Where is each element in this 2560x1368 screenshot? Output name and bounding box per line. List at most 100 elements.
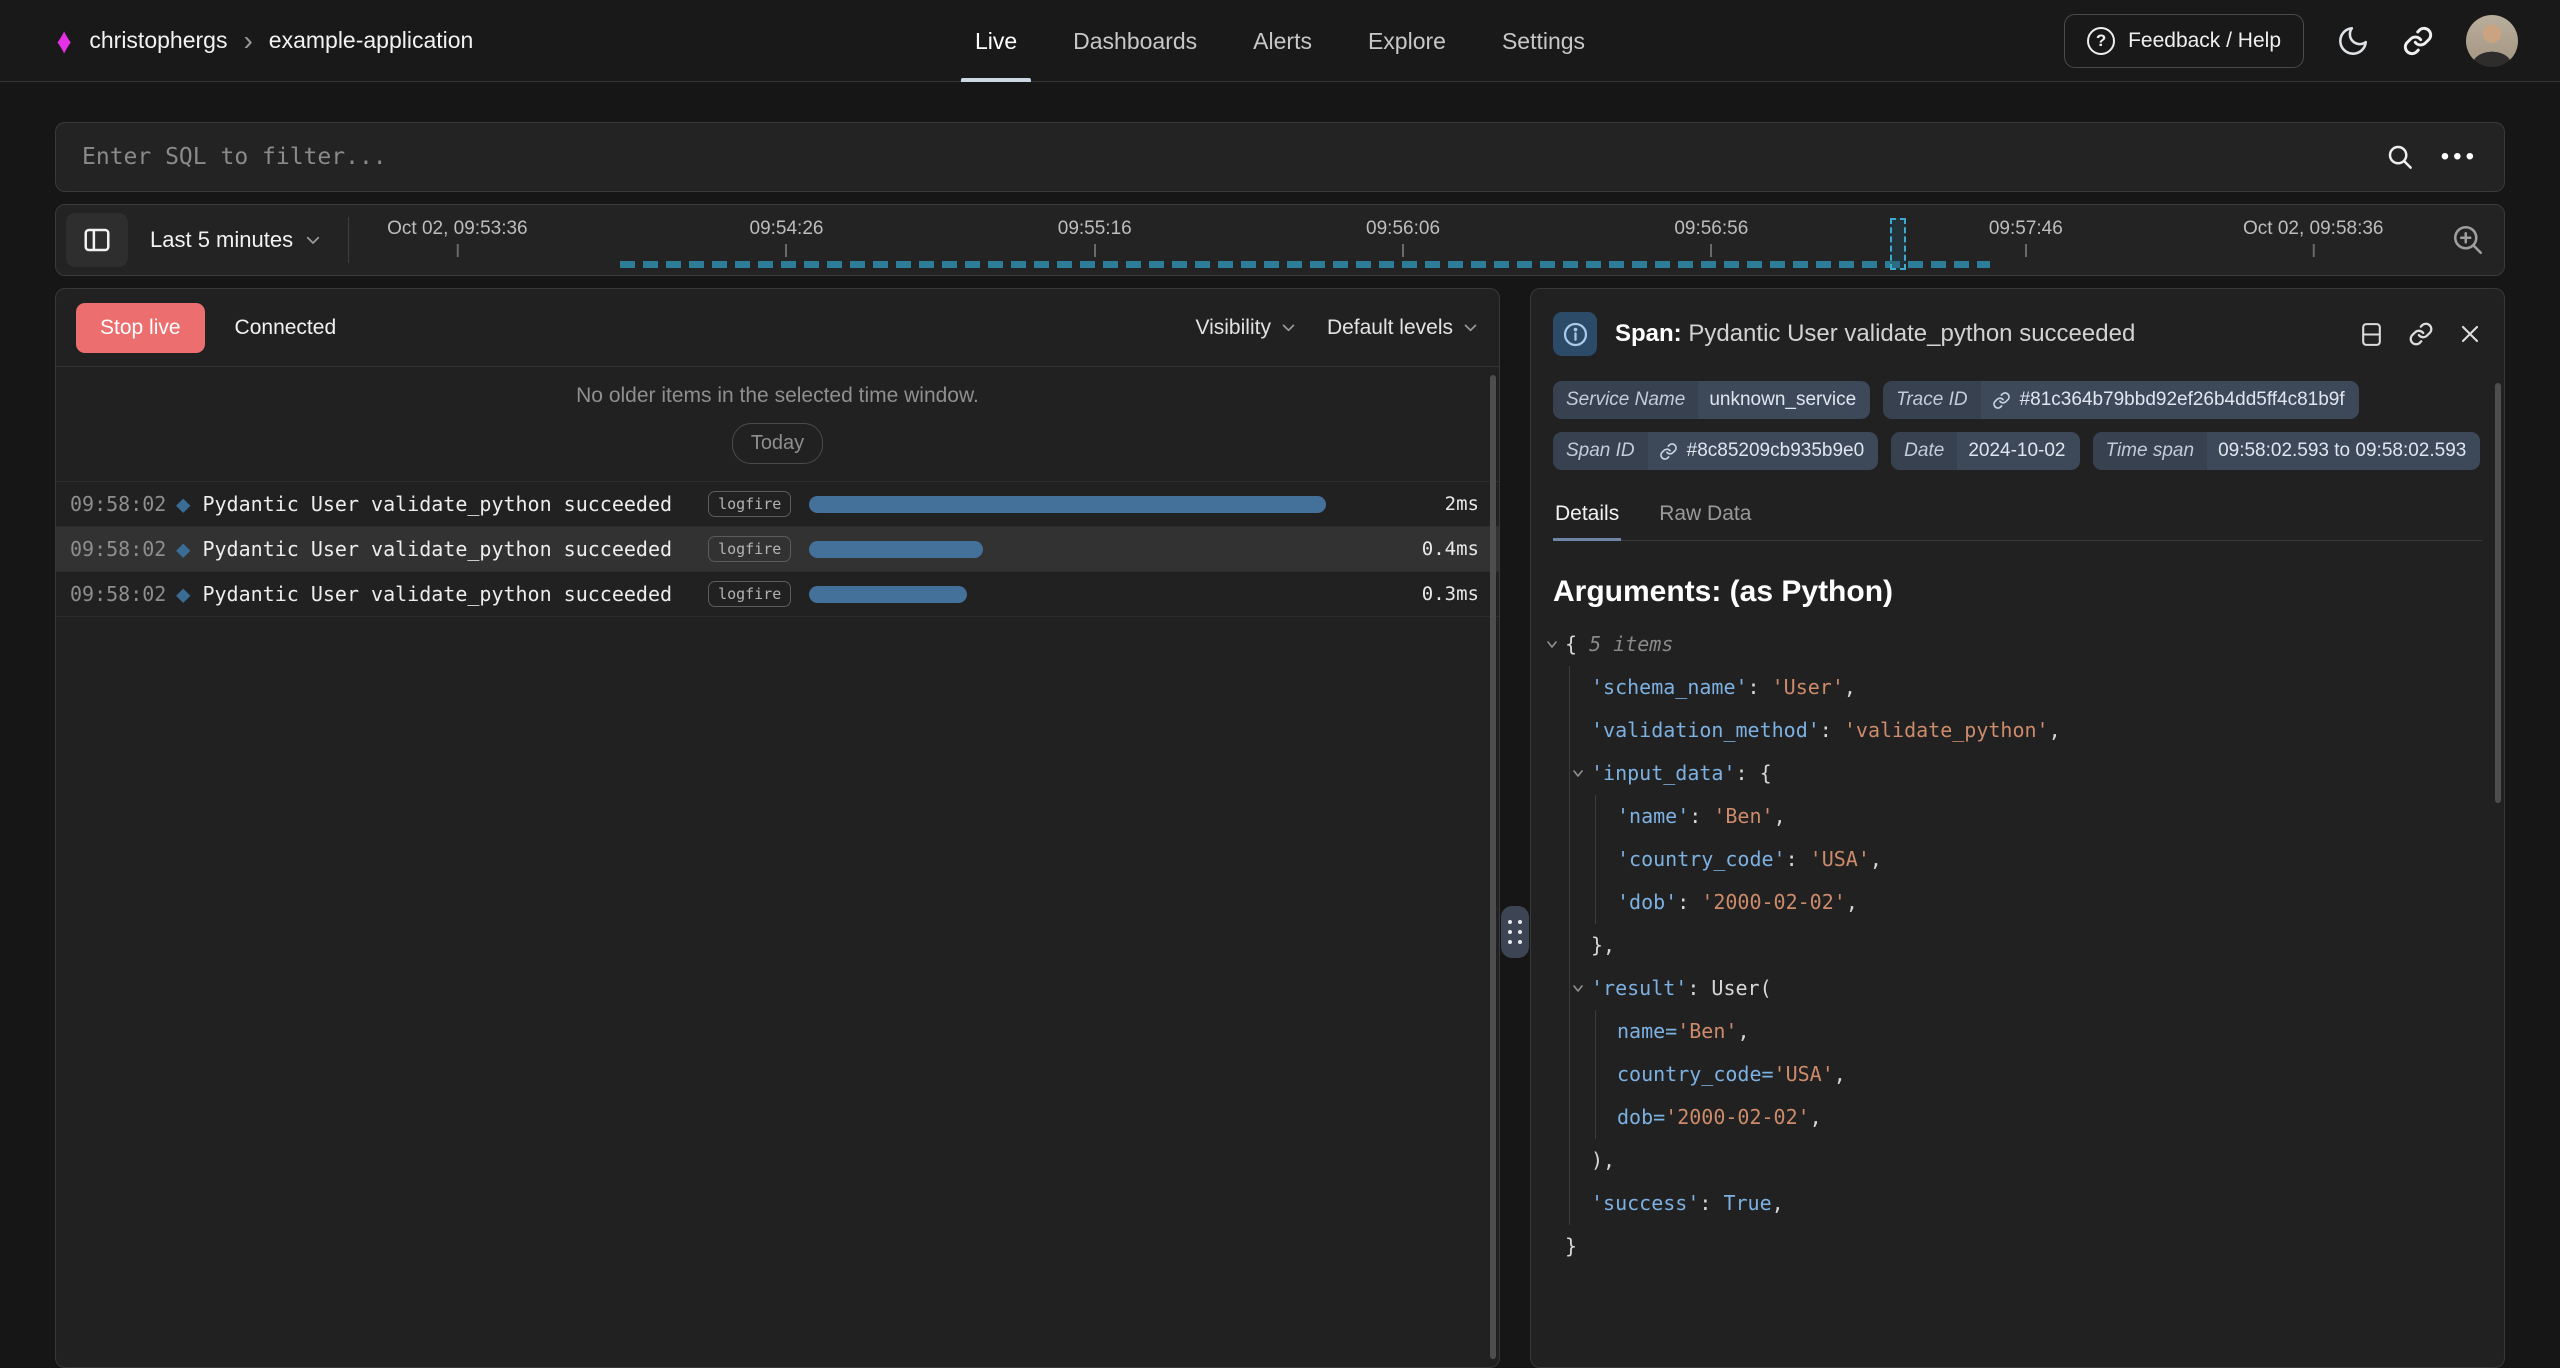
live-panel-scrollbar[interactable] xyxy=(1490,375,1496,1359)
default-levels-dropdown[interactable]: Default levels xyxy=(1327,316,1479,340)
today-button[interactable]: Today xyxy=(732,423,823,464)
nav-actions: ? Feedback / Help xyxy=(2064,14,2518,68)
collapse-caret-icon[interactable] xyxy=(1545,637,1559,651)
badge-label: Service Name xyxy=(1553,381,1698,419)
collapse-sidebar-button[interactable] xyxy=(66,213,128,267)
record-tag[interactable]: logfire xyxy=(708,536,791,562)
activity-sparkline xyxy=(620,261,1991,268)
feedback-help-button[interactable]: ? Feedback / Help xyxy=(2064,14,2304,68)
indent-guide xyxy=(1569,924,1570,967)
link-icon xyxy=(2402,25,2434,57)
indent-guide xyxy=(1595,1010,1596,1053)
time-range-selector[interactable]: Last 5 minutes xyxy=(150,227,322,253)
tab-raw-data[interactable]: Raw Data xyxy=(1657,494,1753,540)
indent-guide xyxy=(1569,1096,1570,1139)
code-line: 'schema_name': 'User', xyxy=(1553,666,2482,709)
duration-bar-track xyxy=(809,541,1371,558)
timeline-tick: Oct 02, 09:58:36 xyxy=(2243,218,2384,257)
top-nav: ♦ christophergs › example-application Li… xyxy=(0,0,2560,82)
detail-tabs: Details Raw Data xyxy=(1553,494,2482,541)
panel-resize-handle[interactable] xyxy=(1500,288,1530,1368)
drag-grip-icon[interactable] xyxy=(1501,906,1529,958)
timeline-tick: 09:56:56 xyxy=(1674,218,1748,257)
indent-guide xyxy=(1569,795,1570,838)
token-punct: } xyxy=(1565,1234,1577,1258)
log-record-row[interactable]: 09:58:02◆Pydantic User validate_python s… xyxy=(56,526,1499,571)
detail-panel-scrollbar[interactable] xyxy=(2495,383,2501,803)
token-key: country_code= xyxy=(1617,1062,1774,1086)
token-punct: , xyxy=(2049,718,2061,742)
token-punct: : xyxy=(1699,1191,1723,1215)
close-panel-button[interactable] xyxy=(2458,322,2482,346)
duration-bar xyxy=(809,541,983,558)
badge-time-span[interactable]: Time span09:58:02.593 to 09:58:02.593 xyxy=(2093,432,2481,470)
token-punct: , xyxy=(1772,1191,1784,1215)
nav-tab-live[interactable]: Live xyxy=(947,0,1045,82)
timeline-tick: Oct 02, 09:53:36 xyxy=(387,218,528,257)
visibility-label: Visibility xyxy=(1195,316,1270,340)
code-line: dob='2000-02-02', xyxy=(1553,1096,2482,1139)
token-string: '2000-02-02' xyxy=(1701,890,1846,914)
copy-link-button[interactable] xyxy=(2408,321,2434,347)
span-badges: Service Nameunknown_service Trace ID#81c3… xyxy=(1553,381,2482,470)
duration-bar-track xyxy=(809,496,1371,513)
logfire-logo-icon[interactable]: ♦ xyxy=(57,23,72,59)
token-punct: , xyxy=(1737,1019,1749,1043)
badge-service-name[interactable]: Service Nameunknown_service xyxy=(1553,381,1870,419)
default-levels-label: Default levels xyxy=(1327,316,1453,340)
badge-label: Span ID xyxy=(1553,432,1648,470)
record-tag[interactable]: logfire xyxy=(708,491,791,517)
indent-guide xyxy=(1569,1010,1570,1053)
dark-mode-toggle[interactable] xyxy=(2336,24,2370,58)
collapse-caret-icon[interactable] xyxy=(1571,981,1585,995)
token-string: 'USA' xyxy=(1810,847,1870,871)
code-line: 'name': 'Ben', xyxy=(1553,795,2482,838)
token-key: 'country_code' xyxy=(1617,847,1786,871)
badge-date[interactable]: Date2024-10-02 xyxy=(1891,432,2079,470)
timeline-tick-mark xyxy=(785,244,787,257)
indent-guide xyxy=(1569,1182,1570,1225)
span-title: Span: Pydantic User validate_python succ… xyxy=(1615,320,2341,348)
nav-tab-explore[interactable]: Explore xyxy=(1340,0,1474,82)
indent-guide xyxy=(1569,838,1570,881)
breadcrumb: ♦ christophergs › example-application xyxy=(55,23,473,59)
log-record-row[interactable]: 09:58:02◆Pydantic User validate_python s… xyxy=(56,571,1499,616)
record-message: Pydantic User validate_python succeeded xyxy=(202,492,672,516)
split-view-button[interactable] xyxy=(2359,321,2384,348)
badge-trace-id[interactable]: Trace ID#81c364b79bbd92ef26b4dd5ff4c81b9… xyxy=(1883,381,2359,419)
nav-tab-dashboards[interactable]: Dashboards xyxy=(1045,0,1225,82)
token-string: '2000-02-02' xyxy=(1665,1105,1810,1129)
split-view-icon xyxy=(2359,321,2384,348)
token-punct: : xyxy=(1689,804,1713,828)
record-tag[interactable]: logfire xyxy=(708,581,791,607)
token-key: 'dob' xyxy=(1617,890,1677,914)
close-icon xyxy=(2458,322,2482,346)
sql-filter-input[interactable] xyxy=(82,144,2359,170)
record-duration: 0.4ms xyxy=(1393,538,1479,560)
more-options-button[interactable]: ••• xyxy=(2441,143,2478,171)
share-link-button[interactable] xyxy=(2402,25,2434,57)
tab-details[interactable]: Details xyxy=(1553,494,1621,540)
feedback-help-label: Feedback / Help xyxy=(2128,29,2281,53)
record-message: Pydantic User validate_python succeeded xyxy=(202,537,672,561)
timeline-tick: 09:54:26 xyxy=(750,218,824,257)
breadcrumb-org[interactable]: christophergs xyxy=(89,27,227,54)
avatar[interactable] xyxy=(2466,15,2518,67)
collapse-caret-icon[interactable] xyxy=(1571,766,1585,780)
zoom-in-button[interactable] xyxy=(2450,222,2486,258)
badge-span-id[interactable]: Span ID #8c85209cb935b9e0 xyxy=(1553,432,1878,470)
token-string: 'Ben' xyxy=(1713,804,1773,828)
nav-tab-alerts[interactable]: Alerts xyxy=(1225,0,1340,82)
nav-tab-settings[interactable]: Settings xyxy=(1474,0,1613,82)
badge-value-text: #8c85209cb935b9e0 xyxy=(1687,440,1865,462)
breadcrumb-project[interactable]: example-application xyxy=(269,27,474,54)
span-diamond-icon: ◆ xyxy=(176,537,190,561)
nav-tabs: LiveDashboardsAlertsExploreSettings xyxy=(947,0,1613,82)
search-icon xyxy=(2385,142,2415,172)
visibility-dropdown[interactable]: Visibility xyxy=(1195,316,1296,340)
timeline-area[interactable]: Oct 02, 09:53:3609:54:2609:55:1609:56:06… xyxy=(349,205,2432,275)
stop-live-button[interactable]: Stop live xyxy=(76,303,205,353)
indent-guide xyxy=(1569,1139,1570,1182)
log-record-row[interactable]: 09:58:02◆Pydantic User validate_python s… xyxy=(56,481,1499,526)
search-button[interactable] xyxy=(2385,142,2415,172)
